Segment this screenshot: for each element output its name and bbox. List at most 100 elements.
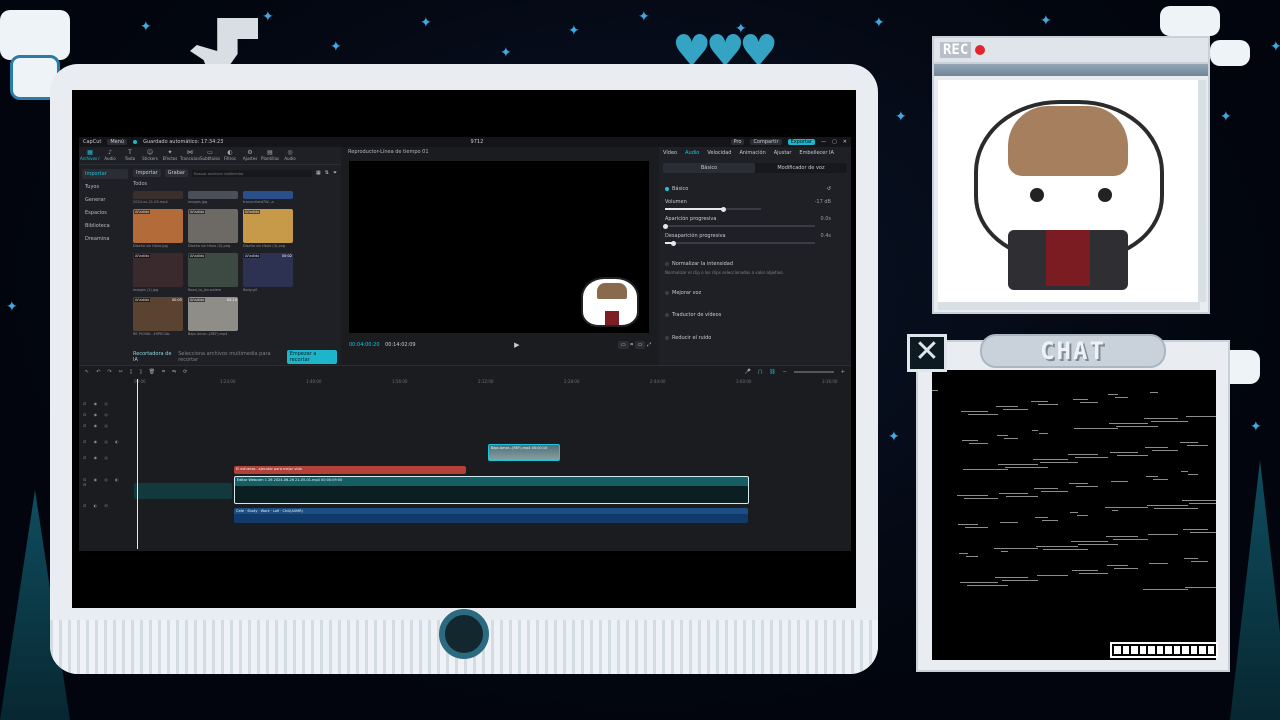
track-controls[interactable]: ⊡ ◉ ◎ [83,423,127,428]
project-name[interactable]: Guardado automático: 17:34:23 [143,139,223,145]
category-tab[interactable]: ▦Archivos multimedia [80,150,100,164]
media-item[interactable]: images.jpg [188,191,238,204]
category-tab[interactable]: ◎ Audio [282,150,298,164]
link-icon[interactable]: ⛓ [769,369,775,375]
video-clip-before[interactable] [134,483,232,499]
noise-checkbox[interactable] [665,335,669,340]
magnet-icon[interactable]: ⋂ [758,369,762,375]
filter-icon[interactable]: ⏷ [333,170,337,176]
category-tab[interactable]: ▤ Plantillas [261,150,279,164]
redo-icon[interactable]: ↷ [107,369,111,375]
category-tab[interactable]: T Texto [122,150,138,164]
sidebar-item[interactable]: Dreamina [82,234,128,244]
sidebar-item[interactable]: Biblioteca [82,221,128,231]
category-tab[interactable]: ⋈Transiciones [180,150,200,164]
basic-toggle[interactable] [665,186,669,191]
media-search-input[interactable] [192,169,313,177]
split-right-icon[interactable]: ⟧ [139,369,141,375]
track-controls[interactable]: ⊡ ◉ ◎ [83,455,127,460]
sidebar-item[interactable]: Generar [82,195,128,205]
fadein-slider[interactable] [663,223,815,229]
fadein-value[interactable]: 0.0s [820,216,831,222]
property-tab[interactable]: Audio [685,150,699,156]
media-thumbnail[interactable]: Añadido 00:10 [188,297,238,331]
media-thumbnail[interactable]: Añadido [188,209,238,243]
text-clip[interactable]: El esfuerzo...ejecutar para mejor vida [234,466,466,474]
crop-icon[interactable]: ⌗ [630,342,633,348]
view-grid-icon[interactable]: ▦ [316,170,321,176]
main-track-controls[interactable]: ⊡ ◉ ◎ ◐ ⊟ [83,477,127,487]
track-controls[interactable]: ⊡ ◉ ◎ [83,401,127,406]
ratio-button[interactable]: ▭ [617,341,629,349]
split-left-icon[interactable]: ⟦ [130,369,132,375]
media-item[interactable]: Añadido 00:10 Bajo Amor...(REF).mp4 [188,297,238,336]
fullscreen-icon[interactable]: ⤢ [647,342,651,348]
translate-checkbox[interactable] [665,312,669,317]
media-thumbnail[interactable]: Añadido [243,209,293,243]
delete-icon[interactable]: 🗑 [149,369,155,375]
category-tab[interactable]: ⚙ Ajustes [242,150,258,164]
main-menu-button[interactable]: Menú [107,139,128,145]
start-trim-button[interactable]: Empezar a recortar [286,350,337,364]
category-tab[interactable]: ▭ Subtítulos [200,150,220,164]
close-icon[interactable]: ✕ [843,139,847,145]
pro-button[interactable]: Pro [730,139,745,145]
player-viewport[interactable] [349,161,649,333]
split-icon[interactable]: ✂ [119,369,123,375]
sidebar-item[interactable]: Importar [82,169,128,179]
mirror-icon[interactable]: ⇋ [172,369,176,375]
audio-clip[interactable]: Cafe · Study · Work · Lofi · Chill(ASMR) [234,508,748,523]
mic-icon[interactable]: 🎤 [745,369,751,375]
export-button[interactable]: Exportar [787,139,816,145]
media-item[interactable]: transcribed7W...a [243,191,293,204]
enhance-checkbox[interactable] [665,290,669,295]
reset-icon[interactable]: ↺ [827,186,831,192]
media-item[interactable]: Añadido Road_to_Jerusalem [188,253,238,292]
media-thumbnail[interactable]: Añadido 00:05 [133,297,183,331]
play-icon[interactable]: ▶ [514,341,519,349]
media-thumbnail[interactable] [243,191,293,199]
sidebar-item[interactable]: Espacios [82,208,128,218]
category-tab[interactable]: ♪ Audio [102,150,118,164]
media-item[interactable]: Añadido Diseño sin título.jpg [133,209,183,248]
zoom-slider[interactable] [793,370,834,373]
minimize-icon[interactable]: — [821,139,826,145]
volume-slider[interactable] [665,206,761,212]
category-tab[interactable]: ◐ Filtros [222,150,238,164]
image-clip[interactable]: Bajo Amor...(REF).mp4 00:00:10 [488,444,560,461]
rotate-icon[interactable]: ⟳ [183,369,187,375]
fadeout-slider[interactable] [665,240,815,246]
normalize-checkbox[interactable] [665,261,669,266]
subtab-voice-changer[interactable]: Modificador de voz [755,163,847,173]
zoom-out-icon[interactable]: − [783,369,787,375]
media-item[interactable]: Añadido Diseño sin título (2).png [188,209,238,248]
undo-icon[interactable]: ↶ [96,369,100,375]
track-controls[interactable]: ⊡ ◉ ◎ [83,412,127,417]
property-tab[interactable]: Animación [739,150,765,156]
audio-track-controls[interactable]: ⊡ ◐ ⊟ [83,503,127,508]
media-item[interactable]: Añadido 00:02 Body.gif [243,253,293,292]
zoom-in-icon[interactable]: + [841,369,845,375]
crop-tool-icon[interactable]: ⌗ [162,369,165,375]
sidebar-item[interactable]: Tuyos [82,182,128,192]
property-tab[interactable]: Embellecer IA [799,150,834,156]
media-thumbnail[interactable]: Añadido [133,253,183,287]
media-thumbnail[interactable]: Añadido [188,253,238,287]
category-tab[interactable]: ☺ Stickers [142,150,158,164]
record-button[interactable]: Grabar [164,169,189,177]
media-item[interactable]: Añadido 00:05 RE PICNIK...ESPECIAL [133,297,183,336]
media-thumbnail[interactable]: Añadido [133,209,183,243]
property-tab[interactable]: Vídeo [663,150,677,156]
timeline-ruler[interactable]: 00:00 1:24:00 1:40:00 1:56:00 2:12:00 2:28:00… [134,379,845,385]
playhead[interactable] [137,379,138,549]
media-item[interactable]: Añadido images (1).jpg [133,253,183,292]
media-thumbnail[interactable]: Añadido 00:02 [243,253,293,287]
fadeout-value[interactable]: 0.4s [820,233,831,239]
media-thumbnail[interactable] [188,191,238,199]
quality-button[interactable]: ▭ [634,341,646,349]
subtab-basic[interactable]: Básico [663,163,755,173]
media-thumbnail[interactable] [133,191,183,199]
track-controls[interactable]: ⊡ ◉ ◎ ◐ [83,439,127,444]
select-tool-icon[interactable]: ↖ [85,369,89,375]
maximize-icon[interactable]: ▢ [832,139,837,145]
